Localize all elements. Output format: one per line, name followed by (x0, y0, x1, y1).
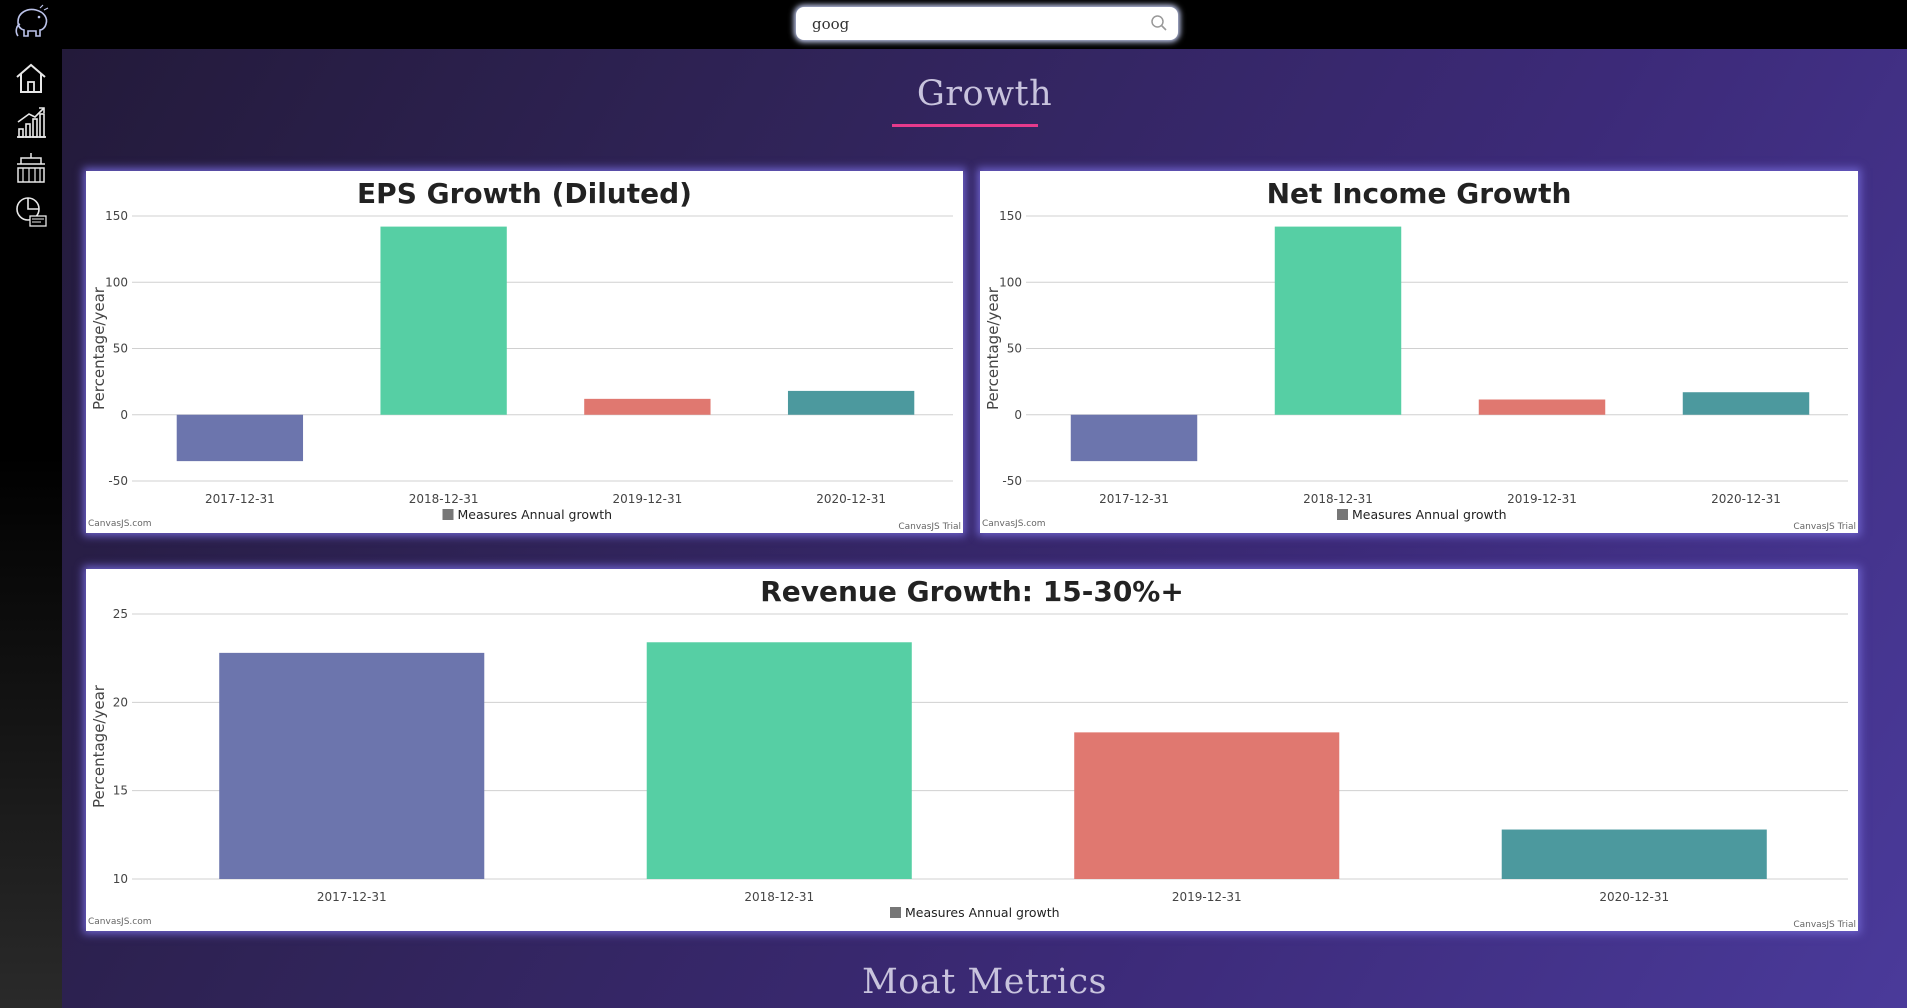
credit-right: CanvasJS Trial (898, 522, 961, 532)
bar-2020-12-31 (787, 390, 915, 415)
search-box[interactable] (796, 7, 1178, 40)
chart-panel-net-income: Net Income Growth -50 0 50 100 150 Percentage/… (980, 171, 1858, 533)
sidebar (0, 0, 62, 1008)
revenue-growth-chart: Revenue Growth: 15-30%+ 10 15 20 25 Percentag… (88, 575, 1856, 930)
y-tick-label: 0 (120, 408, 128, 422)
y-tick-label: -50 (1002, 474, 1022, 488)
credit-left: CanvasJS.com (982, 519, 1045, 529)
chart-panel-revenue: Revenue Growth: 15-30%+ 10 15 20 25 Percentag… (86, 569, 1858, 931)
x-tick-label: 2019-12-31 (1172, 890, 1242, 904)
x-tick-label: 2017-12-31 (317, 890, 387, 904)
bar-2018-12-31 (380, 226, 507, 415)
bar-2019-12-31 (1478, 399, 1606, 415)
y-tick-label: 50 (1007, 342, 1022, 356)
bar-2019-12-31 (584, 398, 711, 415)
x-tick-label: 2018-12-31 (1303, 492, 1373, 506)
main-content: Growth EPS Growth (Diluted) -50 0 50 100 150 P… (62, 49, 1907, 1008)
chart-legend: Measures Annual growth (1337, 507, 1507, 522)
x-tick-label: 2020-12-31 (816, 492, 886, 506)
x-tick-label: 2018-12-31 (744, 890, 814, 904)
section-title-growth: Growth (916, 74, 1053, 114)
bar-2020-12-31 (1682, 392, 1810, 415)
x-tick-label: 2017-12-31 (1099, 492, 1169, 506)
bar-2017-12-31 (219, 652, 485, 879)
search-input[interactable] (810, 11, 1134, 37)
bar-2019-12-31 (1074, 732, 1340, 879)
y-tick-label: 100 (999, 275, 1022, 289)
chart-legend: Measures Annual growth (442, 507, 613, 522)
legend-label: Measures Annual growth (905, 905, 1060, 920)
legend-marker (890, 907, 901, 918)
chart-panel-eps: EPS Growth (Diluted) -50 0 50 100 150 Percenta… (86, 171, 963, 533)
y-tick-label: 15 (113, 784, 128, 798)
y-axis-label: Percentage/year (90, 684, 108, 808)
y-tick-label: 100 (105, 275, 128, 289)
growth-chart-icon[interactable] (13, 104, 49, 140)
pie-debt-icon[interactable] (13, 194, 49, 230)
chart-title: EPS Growth (Diluted) (357, 177, 692, 210)
y-axis-label: Percentage/year (984, 286, 1002, 410)
bar-2018-12-31 (1274, 226, 1402, 415)
credit-left: CanvasJS.com (88, 519, 151, 529)
legend-marker (1337, 509, 1348, 520)
x-tick-label: 2019-12-31 (613, 492, 683, 506)
legend-marker (442, 509, 454, 520)
net-income-growth-chart: Net Income Growth -50 0 50 100 150 Percentage/… (982, 177, 1856, 532)
section-title-underline (892, 124, 1038, 127)
y-tick-label: 10 (113, 872, 128, 886)
bar-2018-12-31 (646, 642, 912, 879)
y-axis-label: Percentage/year (90, 286, 108, 410)
x-tick-label: 2020-12-31 (1711, 492, 1781, 506)
chart-legend: Measures Annual growth (890, 905, 1060, 920)
y-tick-label: 50 (113, 342, 128, 356)
y-tick-label: 150 (999, 209, 1022, 223)
y-tick-label: 0 (1014, 408, 1022, 422)
search-icon[interactable] (1150, 14, 1168, 32)
credit-right: CanvasJS Trial (1793, 920, 1856, 930)
y-tick-label: -50 (108, 474, 128, 488)
x-tick-label: 2020-12-31 (1599, 890, 1669, 904)
eps-growth-chart: EPS Growth (Diluted) -50 0 50 100 150 Percenta… (88, 177, 961, 532)
y-tick-label: 20 (113, 695, 128, 709)
elephant-logo-icon[interactable] (10, 2, 54, 46)
chart-title: Net Income Growth (1267, 177, 1572, 210)
y-tick-label: 150 (105, 209, 128, 223)
bar-2017-12-31 (1070, 414, 1198, 462)
credit-left: CanvasJS.com (88, 917, 151, 927)
x-tick-label: 2017-12-31 (205, 492, 275, 506)
legend-label: Measures Annual growth (458, 507, 613, 522)
x-tick-label: 2019-12-31 (1507, 492, 1577, 506)
credit-right: CanvasJS Trial (1793, 522, 1856, 532)
bar-2020-12-31 (1501, 829, 1767, 879)
chart-title: Revenue Growth: 15-30%+ (760, 575, 1184, 608)
x-tick-label: 2018-12-31 (409, 492, 479, 506)
section-title-moat: Moat Metrics (861, 962, 1108, 1002)
bar-2017-12-31 (176, 414, 304, 462)
building-icon[interactable] (13, 150, 49, 186)
y-tick-label: 25 (113, 607, 128, 621)
home-icon[interactable] (13, 60, 49, 96)
legend-label: Measures Annual growth (1352, 507, 1507, 522)
